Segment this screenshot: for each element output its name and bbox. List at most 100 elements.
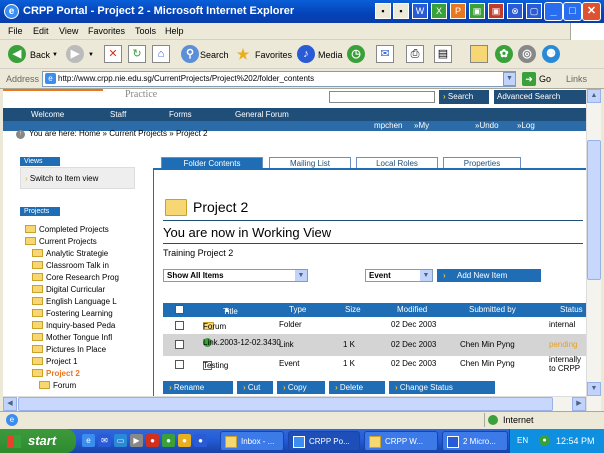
crumb-home[interactable]: Home: [79, 129, 100, 138]
row-checkbox[interactable]: [175, 340, 184, 349]
advanced-search-link[interactable]: Advanced Search: [494, 90, 586, 104]
close-button[interactable]: ✕: [582, 2, 601, 21]
scroll-up-icon[interactable]: ▲: [587, 89, 601, 103]
media-quicklaunch-icon[interactable]: ▶: [130, 434, 143, 447]
powerpoint-icon[interactable]: P: [450, 3, 466, 19]
tray-icon[interactable]: ●: [539, 435, 550, 446]
nav-forms[interactable]: Forms: [169, 110, 192, 119]
scroll-down-icon[interactable]: ▼: [587, 382, 601, 396]
messenger-icon[interactable]: ✿: [495, 45, 513, 63]
nav-general-forum[interactable]: General Forum: [235, 110, 289, 119]
rename-button[interactable]: › Rename: [163, 381, 233, 394]
search-button[interactable]: Search: [200, 50, 229, 60]
col-size[interactable]: Size: [345, 305, 361, 314]
tree-forum[interactable]: Forum: [39, 381, 76, 390]
tree-project[interactable]: Analytic Strategie: [32, 249, 108, 258]
back-dropdown-icon[interactable]: ▼: [52, 52, 58, 58]
menu-tools[interactable]: Tools: [135, 26, 156, 36]
switch-view-link[interactable]: › Switch to Item view: [25, 174, 98, 183]
word-icon[interactable]: W: [412, 3, 428, 19]
select-all-checkbox[interactable]: [175, 305, 184, 314]
filter-select[interactable]: Show All Items ▼: [163, 269, 308, 282]
favorites-button[interactable]: Favorites: [255, 50, 292, 60]
stop-icon[interactable]: ✕: [104, 45, 122, 63]
tree-project[interactable]: English Language L: [32, 297, 117, 306]
site-search-button[interactable]: › Search: [439, 90, 489, 104]
discuss-icon[interactable]: ◎: [518, 45, 536, 63]
item-type-select[interactable]: Event ▼: [365, 269, 433, 282]
row-checkbox[interactable]: [175, 321, 184, 330]
change-status-button[interactable]: › Change Status: [389, 381, 495, 394]
clock[interactable]: 12:54 PM: [556, 429, 595, 453]
nav-welcome[interactable]: Welcome: [31, 110, 64, 119]
ie-quicklaunch-icon[interactable]: e: [82, 434, 95, 447]
desktop-quicklaunch-icon[interactable]: ▭: [114, 434, 127, 447]
print-icon[interactable]: ⎙: [406, 45, 424, 63]
scroll-left-icon[interactable]: ◀: [3, 397, 17, 411]
task-crpp-window[interactable]: CRPP W...: [364, 431, 438, 451]
app-quicklaunch-icon[interactable]: ●: [146, 434, 159, 447]
tree-project[interactable]: Classroom Talk in: [32, 261, 109, 270]
app-quicklaunch-icon[interactable]: ●: [162, 434, 175, 447]
address-dropdown-icon[interactable]: ▼: [503, 72, 516, 86]
back-button[interactable]: Back: [30, 50, 50, 60]
mail-icon[interactable]: ✉: [376, 45, 394, 63]
go-arrow-icon[interactable]: ➜: [522, 72, 536, 86]
row-checkbox[interactable]: [175, 360, 184, 369]
tree-project-active[interactable]: Project 2: [32, 369, 80, 378]
history-icon[interactable]: ◷: [347, 45, 365, 63]
logout-link[interactable]: » Log out: [517, 121, 535, 139]
tab-folder-contents[interactable]: Folder Contents: [161, 157, 263, 168]
people-icon[interactable]: ⚉: [542, 45, 560, 63]
menu-favorites[interactable]: Favorites: [88, 26, 125, 36]
delete-button[interactable]: › Delete: [329, 381, 385, 394]
add-new-item-button[interactable]: › Add New Item: [437, 269, 541, 282]
favorites-star-icon[interactable]: ★: [234, 45, 252, 63]
tree-project[interactable]: Inquiry-based Peda: [32, 321, 115, 330]
tab-local-roles[interactable]: Local Roles: [356, 157, 438, 168]
tray-window-icon[interactable]: ▪: [393, 3, 409, 19]
go-button[interactable]: Go: [539, 74, 551, 84]
app-icon[interactable]: ⊗: [507, 3, 523, 19]
links-button[interactable]: Links: [566, 74, 587, 84]
col-modified[interactable]: Modified: [397, 305, 427, 314]
edit-icon[interactable]: ▤: [434, 45, 452, 63]
tree-project[interactable]: Core Research Prog: [32, 273, 119, 282]
outlook-quicklaunch-icon[interactable]: ✉: [98, 434, 111, 447]
app-icon[interactable]: ▣: [469, 3, 485, 19]
tree-completed-projects[interactable]: Completed Projects: [25, 225, 109, 234]
scroll-right-icon[interactable]: ▶: [572, 397, 586, 411]
undo-link[interactable]: » Undo: [475, 121, 499, 130]
minimize-button[interactable]: _: [544, 2, 563, 21]
app-quicklaunch-icon[interactable]: ●: [178, 434, 191, 447]
language-indicator[interactable]: EN: [517, 429, 528, 453]
tree-project[interactable]: Fostering Learning: [32, 309, 113, 318]
cut-button[interactable]: › Cut: [237, 381, 273, 394]
excel-icon[interactable]: X: [431, 3, 447, 19]
col-type[interactable]: Type: [289, 305, 306, 314]
media-button[interactable]: Media: [318, 50, 343, 60]
user-name[interactable]: mpchen: [374, 121, 402, 130]
app-icon[interactable]: ▢: [526, 3, 542, 19]
tray-window-icon[interactable]: ▪: [375, 3, 391, 19]
task-crpp-portal[interactable]: CRPP Po...: [288, 431, 360, 451]
nav-staff[interactable]: Staff: [110, 110, 126, 119]
refresh-icon[interactable]: ↻: [128, 45, 146, 63]
tree-project[interactable]: Project 1: [32, 357, 78, 366]
tab-mailing-list[interactable]: Mailing List: [269, 157, 351, 168]
site-search-input[interactable]: [329, 91, 435, 103]
search-icon[interactable]: ⚲: [181, 45, 199, 63]
vertical-scroll-thumb[interactable]: [587, 140, 601, 280]
col-submitted[interactable]: Submitted by: [469, 305, 516, 314]
menu-edit[interactable]: Edit: [33, 26, 49, 36]
menu-view[interactable]: View: [59, 26, 78, 36]
forward-arrow-icon[interactable]: ▶: [66, 45, 84, 63]
my-profile-link[interactable]: » My Profile: [414, 121, 441, 139]
crumb-current-projects[interactable]: Current Projects: [109, 129, 167, 138]
media-icon[interactable]: ♪: [297, 45, 315, 63]
tree-project[interactable]: Mother Tongue Infl: [32, 333, 112, 342]
maximize-button[interactable]: □: [563, 2, 582, 21]
menu-help[interactable]: Help: [165, 26, 184, 36]
app-icon[interactable]: ▣: [488, 3, 504, 19]
back-arrow-icon[interactable]: ◀: [8, 45, 26, 63]
